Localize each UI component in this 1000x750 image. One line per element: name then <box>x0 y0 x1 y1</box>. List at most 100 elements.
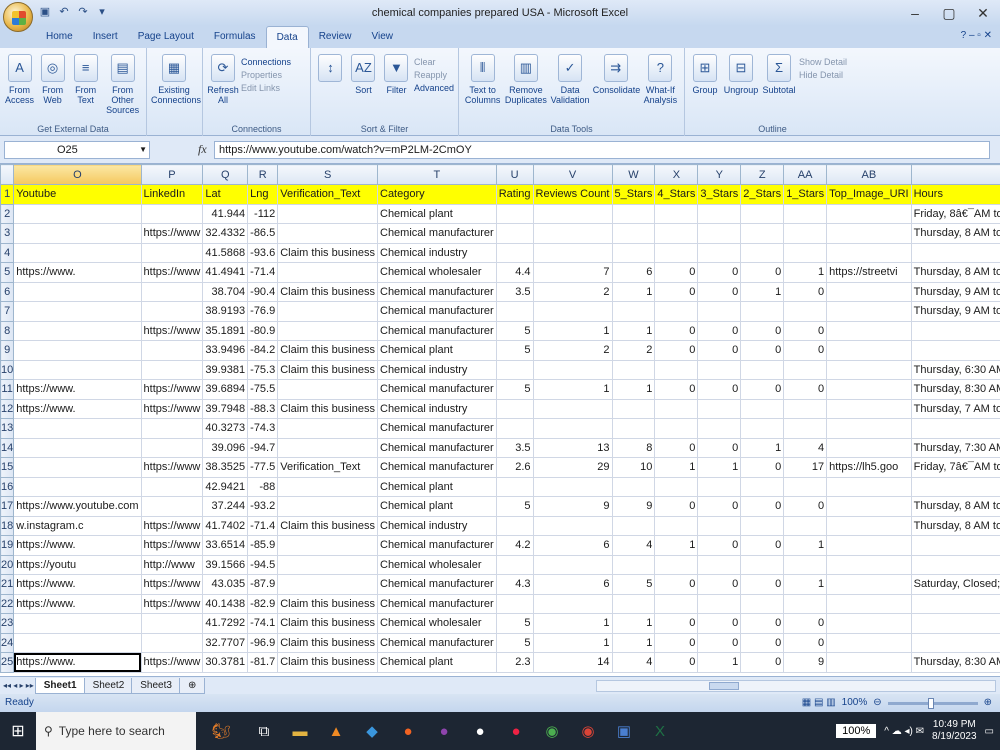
cell[interactable]: -87.9 <box>247 574 279 595</box>
tab-page-layout[interactable]: Page Layout <box>128 26 204 48</box>
cell[interactable] <box>13 223 142 244</box>
tab-formulas[interactable]: Formulas <box>204 26 266 48</box>
zoom-in-icon[interactable]: ⊕ <box>984 694 992 712</box>
cell[interactable] <box>826 652 912 673</box>
cell[interactable] <box>277 203 378 224</box>
cell[interactable]: https://www. <box>13 379 142 400</box>
cell[interactable] <box>826 242 912 263</box>
cell[interactable] <box>532 398 613 419</box>
cell[interactable] <box>654 515 699 536</box>
cell[interactable]: Chemical manufacturer <box>377 593 497 614</box>
row-header[interactable]: 24 <box>0 632 15 653</box>
cell[interactable]: Chemical wholesaler <box>377 262 497 283</box>
column-header[interactable]: U <box>495 164 534 185</box>
cell[interactable]: 0 <box>654 281 699 302</box>
cell[interactable] <box>277 301 378 322</box>
cell[interactable]: Thursday, 9 AM to 5 PM; F <box>910 301 1000 322</box>
cell[interactable]: Chemical wholesaler <box>377 613 497 634</box>
cell[interactable]: 7 <box>532 262 613 283</box>
cell[interactable]: 39.1566 <box>202 554 249 575</box>
cell[interactable] <box>697 593 742 614</box>
row-header[interactable]: 14 <box>0 437 15 458</box>
cell[interactable] <box>140 242 204 263</box>
cell[interactable] <box>697 418 742 439</box>
cell[interactable]: https://www. <box>13 262 142 283</box>
notification-icon[interactable]: ▭ <box>985 726 994 737</box>
cell[interactable]: 41.7292 <box>202 613 249 634</box>
cell[interactable] <box>611 476 656 497</box>
cell[interactable]: -94.5 <box>247 554 279 575</box>
cell[interactable]: 5 <box>611 574 656 595</box>
row-header[interactable]: 2 <box>0 203 15 224</box>
cell[interactable] <box>277 535 378 556</box>
cell[interactable] <box>13 632 142 653</box>
cell[interactable]: https://www <box>140 574 204 595</box>
zoom-out-icon[interactable]: ⊖ <box>873 694 881 712</box>
cell[interactable]: 5 <box>495 496 534 517</box>
cell[interactable] <box>495 301 534 322</box>
cell[interactable]: -80.9 <box>247 320 279 341</box>
cell[interactable] <box>277 554 378 575</box>
cell[interactable]: https://www. <box>13 593 142 614</box>
scroll-thumb[interactable] <box>709 682 739 690</box>
cell[interactable] <box>910 535 1000 556</box>
cell[interactable]: Chemical manufacturer <box>377 223 497 244</box>
cell[interactable] <box>826 613 912 634</box>
cell[interactable]: Thursday, 8 AM to 5 PM; F <box>910 223 1000 244</box>
cell[interactable]: 1 <box>740 281 785 302</box>
existing-connections-button[interactable]: ▦ Existing Connections <box>151 52 201 136</box>
cell[interactable]: 3.5 <box>495 281 534 302</box>
cell[interactable]: 5 <box>495 320 534 341</box>
cell[interactable] <box>611 223 656 244</box>
cell[interactable]: 0 <box>740 652 785 673</box>
cell[interactable]: Reviews Count <box>532 184 613 205</box>
cell[interactable]: 1 <box>611 613 656 634</box>
cell[interactable] <box>826 476 912 497</box>
cell[interactable] <box>532 593 613 614</box>
cell[interactable]: Thursday, 7 AM to 5 PM; F <box>910 398 1000 419</box>
cell[interactable] <box>13 476 142 497</box>
vlc-icon[interactable]: ▲ <box>318 723 354 740</box>
cell[interactable]: 4 <box>783 437 828 458</box>
cell[interactable]: 9 <box>611 496 656 517</box>
cell[interactable] <box>140 437 204 458</box>
cell[interactable]: -112 <box>247 203 279 224</box>
cell[interactable] <box>532 301 613 322</box>
cell[interactable] <box>697 301 742 322</box>
cell[interactable]: Friday, 8â€¯AM to 5â€¯PM <box>910 203 1000 224</box>
cell[interactable] <box>140 496 204 517</box>
cell[interactable]: 0 <box>740 262 785 283</box>
cell[interactable]: 0 <box>654 262 699 283</box>
cell[interactable]: 32.7707 <box>202 632 249 653</box>
cell[interactable]: 39.7948 <box>202 398 249 419</box>
cell[interactable] <box>740 515 785 536</box>
cell[interactable] <box>826 359 912 380</box>
show-detail-button[interactable]: Show Detail <box>799 56 847 69</box>
cell[interactable]: Claim this business <box>277 515 378 536</box>
cell[interactable]: 3.5 <box>495 437 534 458</box>
column-header[interactable]: W <box>611 164 656 185</box>
cell[interactable] <box>697 515 742 536</box>
cell[interactable] <box>826 340 912 361</box>
cell[interactable]: Lng <box>247 184 279 205</box>
cell[interactable] <box>532 359 613 380</box>
cell[interactable]: 4 <box>611 535 656 556</box>
column-header[interactable]: O <box>13 164 142 185</box>
cell[interactable]: 0 <box>697 496 742 517</box>
cell[interactable] <box>910 593 1000 614</box>
cell[interactable] <box>783 223 828 244</box>
cell[interactable] <box>826 320 912 341</box>
row-header[interactable]: 10 <box>0 359 15 380</box>
cell[interactable]: -77.5 <box>247 457 279 478</box>
cell[interactable]: 40.3273 <box>202 418 249 439</box>
cell[interactable]: 0 <box>740 496 785 517</box>
row-header[interactable]: 17 <box>0 496 15 517</box>
cell[interactable] <box>740 301 785 322</box>
cell[interactable]: -74.3 <box>247 418 279 439</box>
cell[interactable]: 0 <box>654 320 699 341</box>
cell[interactable] <box>654 301 699 322</box>
cell[interactable]: Chemical plant <box>377 340 497 361</box>
row-header[interactable]: 3 <box>0 223 15 244</box>
row-header[interactable]: 23 <box>0 613 15 634</box>
cell[interactable]: 1 <box>611 379 656 400</box>
